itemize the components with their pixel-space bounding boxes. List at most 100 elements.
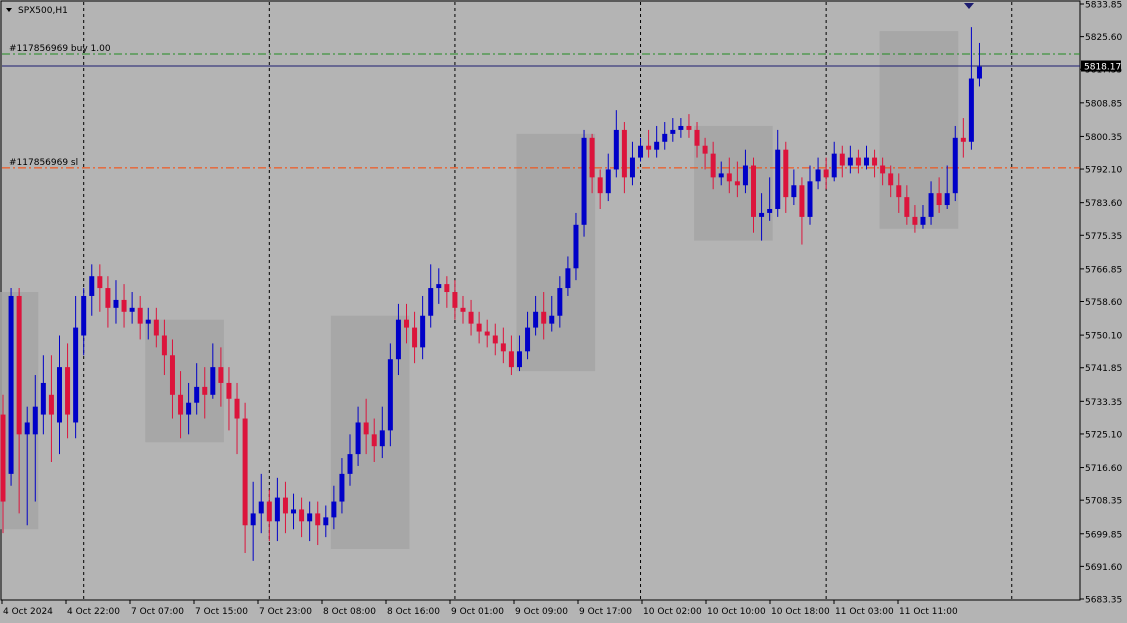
candle-body [412,327,418,348]
candle-body [670,129,676,134]
candle-body [153,319,159,336]
candle-body [0,414,6,502]
candle-body [646,145,652,150]
candle-body [65,367,71,415]
price-tick-label: 5758.60 [1085,298,1122,308]
candle-body [952,137,958,194]
stop-loss-label: #117856969 sl [9,158,78,168]
candle-body [363,422,369,435]
candle-body [420,315,426,348]
time-tick-label: 7 Oct 15:00 [195,607,248,617]
price-tick-label: 5716.60 [1085,464,1122,474]
time-tick-label: 10 Oct 10:00 [707,607,766,617]
candle-body [24,422,30,435]
price-tick-label: 5750.10 [1085,332,1122,342]
candle-body [266,501,272,522]
price-chart[interactable]: #117856969 buy 1.00 #117856969 sl 5833.8… [0,0,1127,623]
candle-body [791,185,797,198]
candle-body [178,394,184,415]
time-tick-label: 4 Oct 22:00 [67,607,120,617]
candle-body [783,149,789,198]
candle-body [186,402,192,415]
candle-body [347,454,353,474]
candle-body [742,165,748,186]
time-tick-label: 7 Oct 07:00 [131,607,184,617]
candle-body [476,323,482,332]
candle-body [81,295,87,336]
candle-body [105,288,111,308]
time-tick-label: 9 Oct 17:00 [579,607,632,617]
candle-body [307,513,313,522]
time-tick-label: 11 Oct 03:00 [835,607,894,617]
candle-body [516,351,522,368]
candle-body [484,331,490,336]
candle-body [291,509,297,514]
candle-body [169,355,175,395]
candle-body [194,386,200,403]
candle-body [379,430,385,447]
price-tick-label: 5725.10 [1085,430,1122,440]
candle-body [573,224,579,269]
candle-body [855,157,861,166]
candle-body [436,284,442,289]
price-tick-label: 5741.85 [1085,364,1122,374]
candle-body [936,193,942,206]
candle-body [218,367,224,383]
candle-body [767,208,773,213]
price-tick-label: 5783.60 [1085,199,1122,209]
candle-body [404,319,409,328]
time-tick-label: 9 Oct 09:00 [515,607,568,617]
candle-body [678,125,684,130]
candle-body [137,307,143,324]
time-tick-label: 7 Oct 23:00 [259,607,312,617]
candle-body [460,307,466,312]
candle-body [944,193,950,206]
time-tick-label: 4 Oct 2024 [3,607,53,617]
candle-body [444,284,450,293]
candle-body [508,351,514,368]
candle-body [662,133,668,142]
candle-body [73,327,79,423]
candle-body [847,157,853,166]
candle-body [694,129,700,146]
price-tick-label: 5825.60 [1085,33,1122,43]
candle-body [863,157,869,166]
candle-body [888,173,894,186]
candle-body [960,137,966,142]
candle-body [629,157,635,178]
price-tick-label: 5800.35 [1085,133,1122,143]
time-tick-label: 9 Oct 01:00 [451,607,504,617]
candle-body [880,165,886,174]
candle-body [113,299,119,308]
candle-body [274,497,280,522]
price-tick-label: 5683.35 [1085,596,1122,606]
candle-body [799,185,805,217]
candle [581,129,587,237]
candle-body [89,276,95,296]
candle-body [726,173,732,182]
current-price-tag: 5818.17 [1081,60,1121,72]
candle-body [613,129,619,170]
price-tick-label: 5708.35 [1085,497,1122,507]
candle-body [968,78,974,142]
candle-body [597,177,603,194]
candle-body [605,169,611,194]
candle-body [258,501,264,514]
candle-body [16,295,22,435]
candle-body [710,153,716,178]
candle-body [161,335,167,356]
candle-body [8,295,14,474]
candle-body [468,311,474,324]
candle-body [145,319,151,324]
candle-body [702,145,708,154]
candle-body [210,367,216,395]
candle-body [355,422,361,455]
price-tick-label: 5691.60 [1085,563,1122,573]
candle-body [565,268,571,289]
candle-body [371,434,377,447]
candle-body [807,181,813,217]
candle-body [831,153,837,178]
candle-body [387,359,393,431]
price-tick-label: 5792.10 [1085,166,1122,176]
candle-body [815,169,821,182]
